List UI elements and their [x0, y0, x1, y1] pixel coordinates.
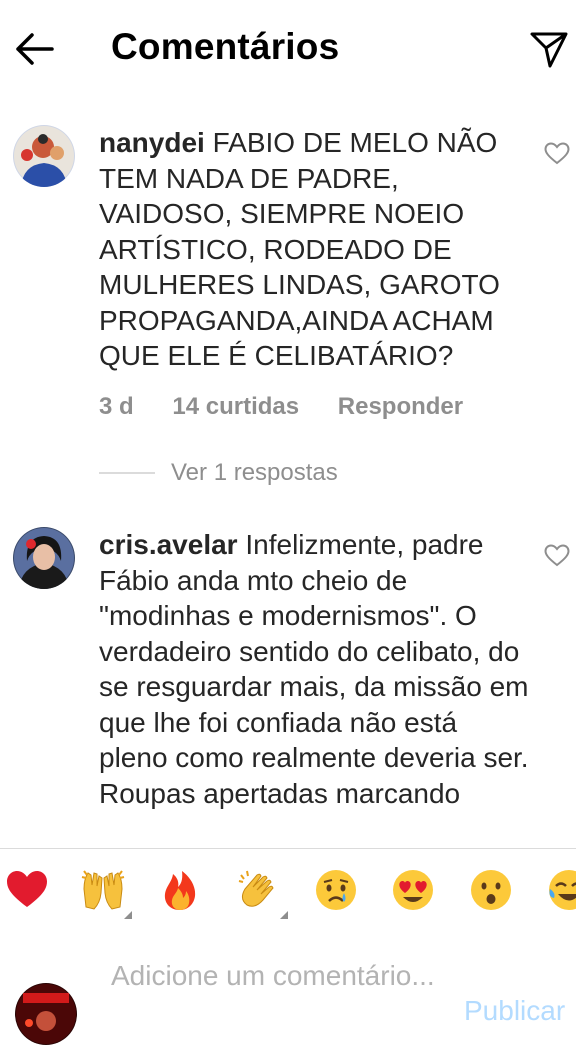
heart-icon[interactable] [544, 544, 570, 568]
fire-emoji-icon[interactable] [157, 867, 203, 913]
astonished-face-emoji-icon[interactable] [468, 867, 514, 913]
comment-input[interactable]: Adicione um comentário... [111, 959, 441, 993]
comment-text: Infelizmente, padre Fábio anda mto cheio… [99, 529, 529, 809]
comment-composer: Adicione um comentário... Publicar [0, 931, 576, 1045]
comment-username[interactable]: cris.avelar [99, 529, 238, 560]
emoji-reaction-bar [0, 848, 576, 932]
skin-tone-indicator-icon [124, 911, 132, 919]
comment-username[interactable]: nanydei [99, 127, 205, 158]
avatar[interactable] [13, 125, 75, 187]
top-bar: Comentários [0, 0, 576, 96]
comment-content: cris.avelar Infelizmente, padre Fábio an… [99, 527, 529, 845]
comment-meta: 3 d 14 curtidas Responder [99, 393, 495, 421]
view-replies-label: Ver 1 respostas [171, 459, 338, 486]
back-arrow-icon[interactable] [12, 26, 58, 72]
skin-tone-indicator-icon [280, 911, 288, 919]
page-title: Comentários [111, 26, 340, 67]
direct-send-icon[interactable] [526, 26, 572, 72]
post-button[interactable]: Publicar [464, 995, 565, 1027]
replies-divider [99, 472, 155, 474]
tears-of-joy-emoji-icon[interactable] [546, 867, 576, 913]
heart-eyes-emoji-icon[interactable] [390, 867, 436, 913]
raising-hands-emoji-icon[interactable] [80, 867, 126, 913]
comment-time: 3 d [99, 393, 134, 420]
avatar[interactable] [13, 527, 75, 589]
comment-text: FABIO DE MELO NÃO TEM NADA DE PADRE, VAI… [99, 127, 500, 371]
reply-button[interactable]: Responder [338, 393, 463, 420]
likes-count[interactable]: 14 curtidas [172, 393, 299, 420]
crying-face-emoji-icon[interactable] [313, 867, 359, 913]
red-heart-emoji-icon[interactable] [4, 867, 50, 913]
clapping-hands-emoji-icon[interactable] [235, 867, 281, 913]
heart-icon[interactable] [544, 142, 570, 166]
comment-content: nanydei FABIO DE MELO NÃO TEM NADA DE PA… [99, 125, 529, 374]
view-replies-button[interactable]: Ver 1 respostas [99, 456, 338, 490]
avatar [15, 983, 77, 1045]
